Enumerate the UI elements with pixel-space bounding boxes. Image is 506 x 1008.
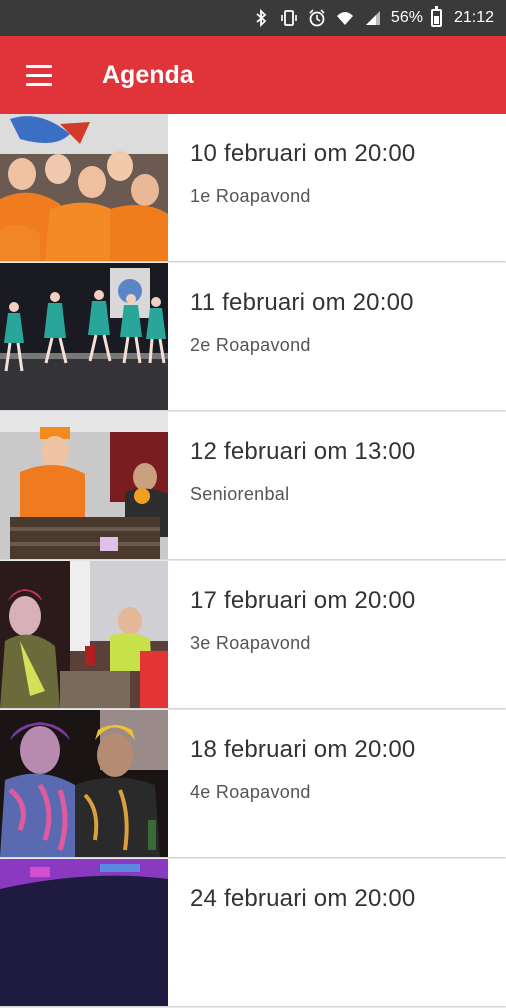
agenda-item[interactable]: 24 februari om 20:00 — [0, 859, 506, 1006]
agenda-item[interactable]: 17 februari om 20:00 3e Roapavond — [0, 561, 506, 708]
event-photo — [0, 859, 168, 1006]
event-date: 24 februari om 20:00 — [190, 885, 416, 912]
agenda-item[interactable]: 18 februari om 20:00 4e Roapavond — [0, 710, 506, 857]
battery-icon — [430, 6, 442, 27]
event-photo — [0, 114, 168, 261]
clock: 21:12 — [453, 9, 494, 26]
event-date: 12 februari om 13:00 — [190, 438, 416, 465]
battery-percentage: 56% — [390, 9, 423, 26]
event-date: 10 februari om 20:00 — [190, 140, 416, 167]
event-name: Seniorenbal — [190, 484, 290, 504]
signal-icon — [363, 8, 383, 28]
event-date: 17 februari om 20:00 — [190, 587, 416, 614]
agenda-item[interactable]: 11 februari om 20:00 2e Roapavond — [0, 263, 506, 410]
event-photo — [0, 263, 168, 410]
event-name: 2e Roapavond — [190, 335, 311, 355]
alarm-icon — [307, 8, 327, 28]
event-photo — [0, 561, 168, 708]
vibrate-icon — [279, 8, 299, 28]
agenda-item[interactable]: 10 februari om 20:00 1e Roapavond — [0, 114, 506, 261]
event-name: 4e Roapavond — [190, 782, 311, 802]
event-date: 18 februari om 20:00 — [190, 736, 416, 763]
menu-button[interactable] — [0, 36, 80, 114]
page-title: Agenda — [102, 60, 194, 89]
event-photo — [0, 412, 168, 559]
agenda-list: 10 februari om 20:00 1e Roapavond 11 feb… — [0, 114, 506, 1008]
wifi-icon — [335, 8, 355, 28]
bluetooth-icon — [251, 8, 271, 28]
event-photo — [0, 710, 168, 857]
hamburger-menu-icon — [26, 62, 52, 89]
status-bar: 56% 21:12 — [0, 0, 506, 36]
app-bar: Agenda — [0, 36, 506, 114]
event-name: 1e Roapavond — [190, 186, 311, 206]
event-date: 11 februari om 20:00 — [190, 289, 414, 316]
event-name: 3e Roapavond — [190, 633, 311, 653]
agenda-item[interactable]: 12 februari om 13:00 Seniorenbal — [0, 412, 506, 559]
